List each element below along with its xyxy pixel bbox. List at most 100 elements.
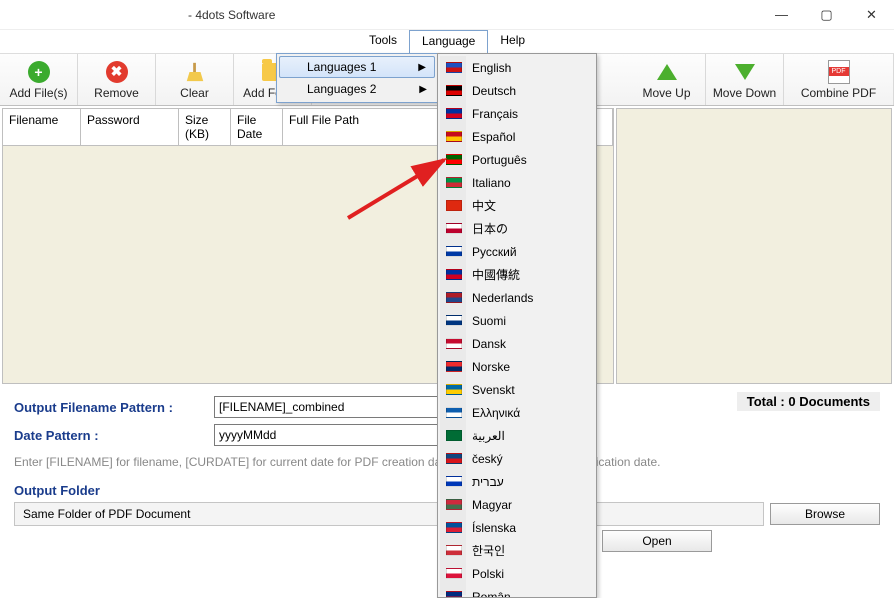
flag-icon (446, 62, 462, 73)
languages-1-item[interactable]: Languages 1 ▶ (279, 56, 435, 78)
flag-icon (446, 200, 462, 211)
language-item[interactable]: 中國傳統 (440, 263, 594, 286)
menu-tools[interactable]: Tools (357, 30, 409, 53)
browse-button[interactable]: Browse (770, 503, 880, 525)
open-button[interactable]: Open (602, 530, 712, 552)
minimize-button[interactable]: — (759, 0, 804, 30)
flag-icon (446, 154, 462, 165)
total-documents: Total : 0 Documents (737, 392, 880, 411)
language-item[interactable]: Român (440, 585, 594, 598)
language-label: Ελληνικά (472, 406, 520, 420)
window-controls: — ▢ ✕ (759, 0, 894, 30)
language-item[interactable]: Português (440, 148, 594, 171)
flag-icon (446, 384, 462, 395)
remove-icon: ✖ (105, 60, 129, 84)
language-label: Русский (472, 245, 517, 259)
language-submenu: Languages 1 ▶ Languages 2 ▶ (276, 53, 438, 103)
col-size[interactable]: Size (KB) (179, 109, 231, 145)
languages-2-item[interactable]: Languages 2 ▶ (279, 78, 435, 100)
language-item[interactable]: עברית (440, 470, 594, 493)
flag-icon (446, 315, 462, 326)
add-files-button[interactable]: + Add File(s) (0, 54, 78, 105)
broom-icon (183, 60, 207, 84)
flag-icon (446, 85, 462, 96)
col-filedate[interactable]: File Date (231, 109, 283, 145)
language-label: 日本の (472, 220, 508, 237)
language-label: Român (472, 590, 511, 598)
language-label: Nederlands (472, 291, 533, 305)
language-item[interactable]: Íslenska (440, 516, 594, 539)
flag-icon (446, 292, 462, 303)
chevron-right-icon: ▶ (419, 84, 427, 95)
language-label: Italiano (472, 176, 511, 190)
col-password[interactable]: Password (81, 109, 179, 145)
output-filename-pattern-input[interactable] (214, 396, 474, 418)
language-item[interactable]: Norske (440, 355, 594, 378)
window-title: - 4dots Software (8, 8, 759, 22)
output-folder-field[interactable]: Same Folder of PDF Document (14, 502, 764, 526)
language-label: 中文 (472, 197, 496, 214)
language-label: Deutsch (472, 84, 516, 98)
language-item[interactable]: Ελληνικά (440, 401, 594, 424)
language-item[interactable]: 한국인 (440, 539, 594, 562)
languages-list: English Deutsch Français Español Português It… (437, 53, 597, 598)
language-item[interactable]: Français (440, 102, 594, 125)
maximize-button[interactable]: ▢ (804, 0, 849, 30)
flag-icon (446, 499, 462, 510)
date-pattern-input[interactable] (214, 424, 474, 446)
flag-icon (446, 568, 462, 579)
preview-pane (616, 108, 892, 384)
language-label: Magyar (472, 498, 512, 512)
language-item[interactable]: Polski (440, 562, 594, 585)
language-item[interactable]: Deutsch (440, 79, 594, 102)
arrow-down-icon (733, 60, 757, 84)
language-label: Português (472, 153, 527, 167)
language-item[interactable]: Italiano (440, 171, 594, 194)
clear-button[interactable]: Clear (156, 54, 234, 105)
plus-icon: + (27, 60, 51, 84)
language-item[interactable]: Suomi (440, 309, 594, 332)
flag-icon (446, 131, 462, 142)
language-item[interactable]: Magyar (440, 493, 594, 516)
combine-pdf-button[interactable]: Combine PDF (784, 54, 894, 105)
flag-icon (446, 407, 462, 418)
language-item[interactable]: 日本の (440, 217, 594, 240)
arrow-up-icon (655, 60, 679, 84)
remove-button[interactable]: ✖ Remove (78, 54, 156, 105)
flag-icon (446, 430, 462, 441)
col-filename[interactable]: Filename (3, 109, 81, 145)
flag-icon (446, 269, 462, 280)
title-bar: - 4dots Software — ▢ ✕ (0, 0, 894, 30)
language-item[interactable]: český (440, 447, 594, 470)
language-item[interactable]: English (440, 56, 594, 79)
date-pattern-label: Date Pattern : (14, 428, 214, 443)
language-item[interactable]: العربية (440, 424, 594, 447)
language-item[interactable]: 中文 (440, 194, 594, 217)
language-item[interactable]: Русский (440, 240, 594, 263)
close-button[interactable]: ✕ (849, 0, 894, 30)
language-item[interactable]: Svenskt (440, 378, 594, 401)
flag-icon (446, 361, 462, 372)
language-label: English (472, 61, 511, 75)
menu-language[interactable]: Language (409, 30, 488, 53)
move-down-button[interactable]: Move Down (706, 54, 784, 105)
language-item[interactable]: Español (440, 125, 594, 148)
flag-icon (446, 522, 462, 533)
language-label: العربية (472, 429, 505, 443)
move-up-button[interactable]: Move Up (628, 54, 706, 105)
language-label: český (472, 452, 503, 466)
language-label: Dansk (472, 337, 506, 351)
language-label: Svenskt (472, 383, 515, 397)
output-filename-pattern-label: Output Filename Pattern : (14, 400, 214, 415)
flag-icon (446, 591, 462, 598)
flag-icon (446, 338, 462, 349)
flag-icon (446, 476, 462, 487)
language-item[interactable]: Dansk (440, 332, 594, 355)
language-label: 中國傳統 (472, 266, 520, 283)
language-label: Français (472, 107, 518, 121)
language-label: 한국인 (472, 542, 505, 559)
language-item[interactable]: Nederlands (440, 286, 594, 309)
pdf-icon (827, 60, 851, 84)
language-label: Íslenska (472, 521, 516, 535)
menu-help[interactable]: Help (488, 30, 537, 53)
